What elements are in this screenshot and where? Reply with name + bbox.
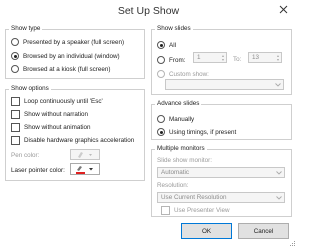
radio-indicator[interactable] (11, 65, 19, 73)
checkbox-label: Use Presenter View (174, 207, 230, 214)
spinner-arrows: ▲ ▼ (221, 53, 225, 62)
checkbox-loop-continuously[interactable]: Loop continuously until 'Esc' (11, 97, 103, 106)
advance-slides-legend: Advance slides (155, 100, 202, 107)
radio-presented-by-speaker[interactable]: Presented by a speaker (full screen) (11, 38, 124, 46)
dialog-title: Set Up Show (117, 5, 180, 17)
radio-label: Custom show: (169, 70, 209, 78)
resolution-label: Resolution: (157, 182, 189, 189)
checkbox-label: Show without animation (24, 124, 91, 131)
title-bar: Set Up Show (0, 0, 297, 22)
cancel-button[interactable]: Cancel (238, 223, 289, 239)
to-spinner: 13 ▲ ▼ (248, 52, 282, 63)
resolution-dropdown: Use Current Resolution (157, 192, 285, 203)
slide-show-monitor-label: Slide show monitor: (157, 157, 212, 164)
radio-label: Using timings, if present (169, 128, 237, 136)
laser-pointer-icon (76, 165, 93, 174)
spinner-arrows: ▲ ▼ (276, 53, 280, 62)
chevron-down-icon (275, 82, 281, 87)
radio-label: From: (169, 56, 186, 64)
laser-pointer-label: Laser pointer color: (11, 167, 65, 174)
radio-indicator[interactable] (157, 56, 165, 64)
ok-button[interactable]: OK (181, 223, 232, 239)
radio-custom-show: Custom show: (157, 70, 209, 78)
radio-browsed-by-individual[interactable]: Browsed by an individual (window) (11, 52, 120, 60)
from-spinner: 1 ▲ ▼ (193, 52, 227, 63)
checkbox-disable-hw-acceleration[interactable]: Disable hardware graphics acceleration (11, 136, 134, 145)
chevron-down-icon (276, 195, 282, 200)
show-slides-legend: Show slides (155, 25, 193, 32)
checkbox-box[interactable] (11, 97, 20, 106)
close-icon (279, 5, 288, 14)
radio-indicator (157, 70, 165, 78)
monitor-value: Automatic (161, 169, 189, 176)
radio-indicator[interactable] (157, 41, 165, 49)
checkbox-label: Loop continuously until 'Esc' (24, 98, 103, 105)
close-button[interactable] (270, 0, 297, 19)
radio-label: Browsed by an individual (window) (23, 52, 120, 60)
to-label: To: (233, 56, 242, 63)
checkbox-box[interactable] (11, 110, 20, 119)
show-type-legend: Show type (9, 25, 43, 32)
radio-manually[interactable]: Manually (157, 115, 194, 123)
radio-indicator[interactable] (11, 38, 19, 46)
checkbox-without-narration[interactable]: Show without narration (11, 110, 88, 119)
pen-color-label: Pen color: (11, 152, 40, 159)
radio-from-slide[interactable]: From: (157, 56, 185, 64)
pen-color-icon (78, 151, 92, 158)
checkbox-label: Show without narration (24, 111, 89, 118)
pen-color-button (70, 149, 100, 160)
checkbox-box[interactable] (11, 136, 20, 145)
radio-indicator[interactable] (157, 128, 165, 136)
radio-browsed-at-kiosk[interactable]: Browsed at a kiosk (full screen) (11, 65, 111, 73)
checkbox-box (161, 206, 170, 215)
radio-using-timings[interactable]: Using timings, if present (157, 128, 236, 136)
chevron-down-icon (276, 170, 282, 175)
resize-grip-icon[interactable] (289, 240, 296, 247)
checkbox-box[interactable] (11, 123, 20, 132)
monitor-dropdown: Automatic (157, 167, 285, 178)
radio-indicator[interactable] (157, 115, 165, 123)
radio-label: All (169, 41, 176, 49)
radio-label: Manually (169, 115, 195, 123)
custom-show-dropdown (165, 79, 284, 90)
show-options-legend: Show options (9, 85, 51, 92)
checkbox-presenter-view: Use Presenter View (161, 206, 230, 215)
resolution-value: Use Current Resolution (161, 194, 227, 201)
radio-label: Presented by a speaker (full screen) (23, 38, 125, 46)
radio-indicator[interactable] (11, 52, 19, 60)
from-value: 1 (197, 54, 201, 61)
checkbox-label: Disable hardware graphics acceleration (24, 137, 135, 144)
radio-all-slides[interactable]: All (157, 41, 176, 49)
radio-label: Browsed at a kiosk (full screen) (23, 65, 111, 73)
to-value: 13 (252, 54, 260, 61)
checkbox-without-animation[interactable]: Show without animation (11, 123, 91, 132)
multiple-monitors-legend: Multiple monitors (155, 145, 207, 152)
laser-pointer-color-button[interactable] (70, 163, 100, 175)
